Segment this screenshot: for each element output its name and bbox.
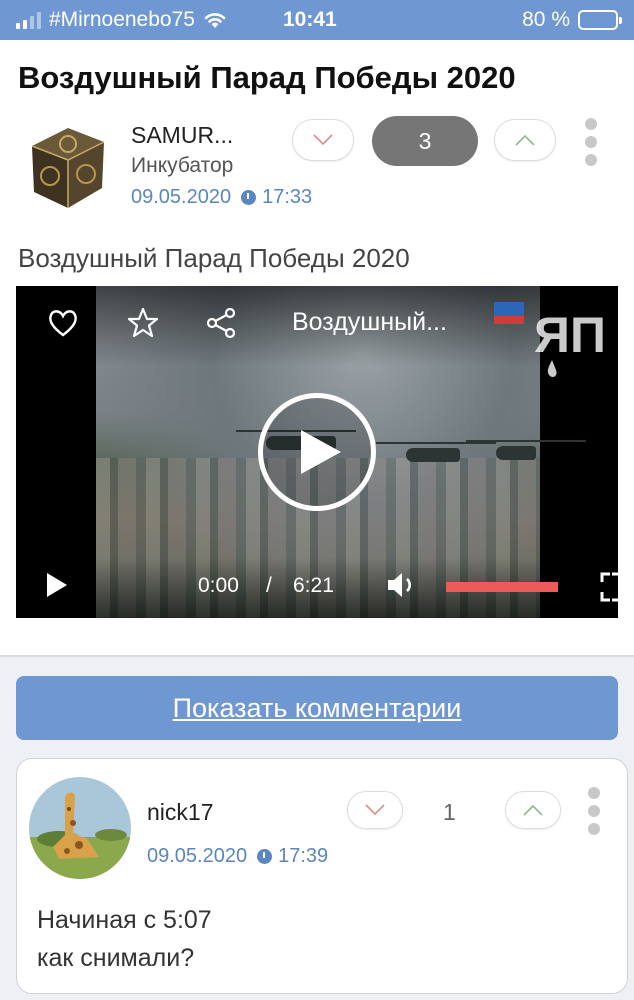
play-icon (301, 430, 341, 474)
status-bar: #Mirnoenebo75 10:41 80 % (0, 0, 634, 40)
post-time: 17:33 (262, 186, 313, 208)
post-more-icon[interactable] (584, 118, 598, 166)
battery-percent: 80 % (522, 8, 570, 31)
play-button[interactable] (258, 393, 376, 511)
community-name[interactable]: Инкубатор (131, 154, 233, 178)
author-avatar[interactable] (18, 118, 114, 214)
svg-text:ЯП: ЯП (534, 307, 606, 363)
fullscreen-icon[interactable] (600, 572, 618, 602)
video-duration: 6:21 (293, 574, 334, 597)
signal-icon (16, 11, 41, 29)
commenter-avatar[interactable] (29, 777, 131, 879)
volume-slider[interactable] (446, 582, 558, 592)
status-left: #Mirnoenebo75 (16, 8, 227, 32)
control-play-icon[interactable] (46, 572, 68, 598)
comment-upvote-button[interactable] (505, 791, 561, 829)
comment-time: 17:39 (278, 845, 329, 867)
comment-rating: 1 (443, 799, 456, 825)
video-player[interactable]: Воздушный... ЯП 0:00 / 6:21 (16, 286, 618, 618)
chevron-down-icon (365, 804, 385, 816)
comment-date: 09.05.2020 (147, 845, 248, 867)
video-title[interactable]: Воздушный... (292, 308, 447, 337)
star-icon[interactable] (126, 306, 160, 340)
clock-icon (257, 849, 273, 864)
comment-downvote-button[interactable] (347, 791, 403, 829)
comment-more-icon[interactable] (587, 787, 601, 835)
post-meta: 09.05.2020 17:33 (131, 186, 312, 209)
post-subtitle: Воздушный Парад Победы 2020 (18, 243, 410, 273)
chevron-up-icon (515, 134, 535, 146)
comment-card: nick17 09.05.2020 17:39 1 Начиная с 5:07… (16, 758, 628, 994)
current-time: 0:00 (198, 574, 239, 597)
upvote-button[interactable] (494, 119, 556, 161)
video-controls: 0:00 / 6:21 (16, 558, 618, 618)
post-title[interactable]: Воздушный Парад Победы 2020 (18, 60, 516, 96)
chevron-up-icon (523, 804, 543, 816)
channel-logo: ЯП (494, 302, 606, 378)
helicopter-shape (466, 440, 586, 460)
status-right: 80 % (522, 8, 622, 32)
heart-icon[interactable] (46, 306, 80, 340)
downvote-button[interactable] (292, 119, 354, 161)
show-comments-button[interactable]: Показать комментарии (16, 676, 618, 740)
battery-icon (578, 10, 622, 30)
post-date: 09.05.2020 (131, 186, 232, 208)
chevron-down-icon (313, 134, 333, 146)
helicopter-shape (376, 442, 496, 462)
wifi-icon (204, 13, 226, 28)
author-name[interactable]: SAMUR... (131, 122, 233, 149)
comment-text: Начиная с 5:07 как снимали? (37, 906, 212, 972)
comment-meta: 09.05.2020 17:39 (147, 845, 328, 868)
volume-icon[interactable] (386, 570, 418, 600)
carrier-name: #Mirnoenebo75 (49, 8, 195, 31)
post-rating: 3 (372, 116, 478, 166)
time-separator: / (266, 574, 272, 597)
commenter-name[interactable]: nick17 (147, 799, 213, 826)
clock-icon (241, 190, 257, 205)
status-time: 10:41 (283, 8, 337, 31)
share-icon[interactable] (204, 306, 238, 340)
